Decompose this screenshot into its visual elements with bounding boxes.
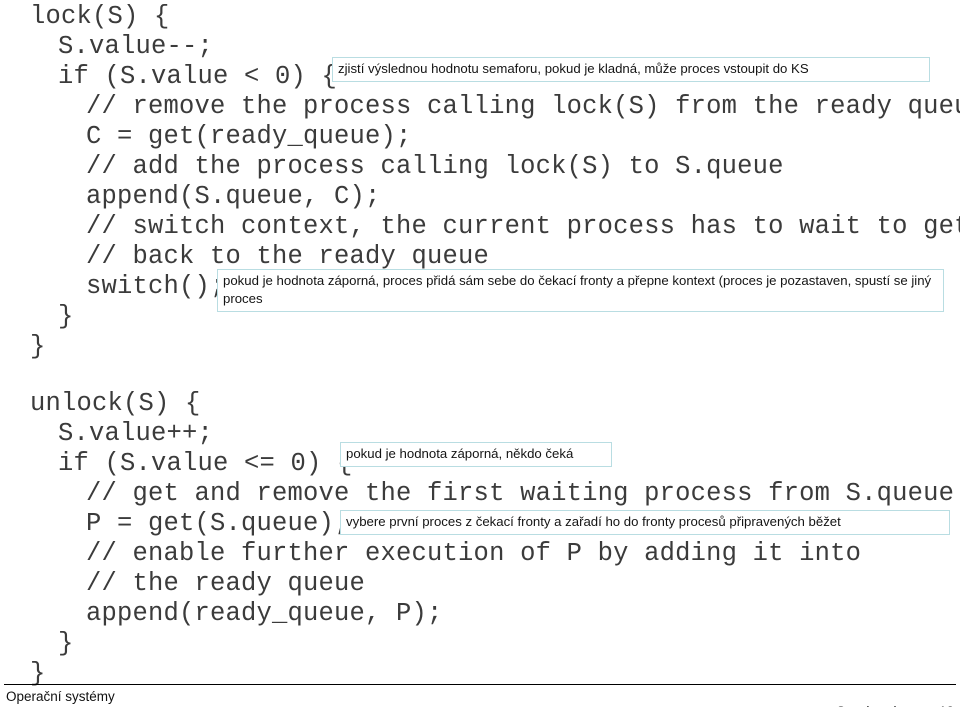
slide-canvas: lock(S) {S.value--; if (S.value < 0) {// … — [0, 0, 960, 707]
annotation-negative-value-wait: pokud je hodnota záporná, proces přidá s… — [217, 269, 944, 312]
code-line: S.value--; — [58, 32, 214, 61]
code-line: S.value++; — [58, 419, 214, 448]
code-line: lock(S) { — [30, 2, 170, 31]
code-line: // switch context, the current process h… — [86, 212, 960, 241]
annotation-someone-waiting: pokud je hodnota záporná, někdo čeká — [340, 442, 612, 467]
code-line: append(S.queue, C); — [86, 182, 381, 211]
code-line: } — [58, 629, 74, 658]
code-line: // enable further execution of P by addi… — [86, 539, 862, 568]
code-line: // add the process calling lock(S) to S.… — [86, 152, 784, 181]
code-line: } — [58, 302, 74, 331]
code-line: if (S.value < 0) { — [58, 62, 338, 91]
code-line: unlock(S) { — [30, 389, 201, 418]
code-line: // back to the ready queue — [86, 242, 490, 271]
code-line: append(ready_queue, P); — [86, 599, 443, 628]
code-line: // the ready queue — [86, 569, 366, 598]
code-line: // get and remove the first waiting proc… — [86, 479, 955, 508]
code-line: switch(); — [86, 272, 226, 301]
code-line: C = get(ready_queue); — [86, 122, 412, 151]
code-line: if (S.value <= 0) { — [58, 449, 353, 478]
annotation-semaphore-value: zjistí výslednou hodnotu semaforu, pokud… — [332, 57, 930, 82]
annotation-pick-first-process: vybere první proces z čekací fronty a za… — [340, 510, 950, 535]
code-line: } — [30, 332, 46, 361]
footer-divider — [4, 684, 956, 685]
footer-right-group: Synchronizace13 — [821, 689, 954, 707]
footer-course-title: Operační systémy — [6, 689, 115, 704]
code-line: // remove the process calling lock(S) fr… — [86, 92, 960, 121]
code-line: P = get(S.queue); — [86, 509, 350, 538]
